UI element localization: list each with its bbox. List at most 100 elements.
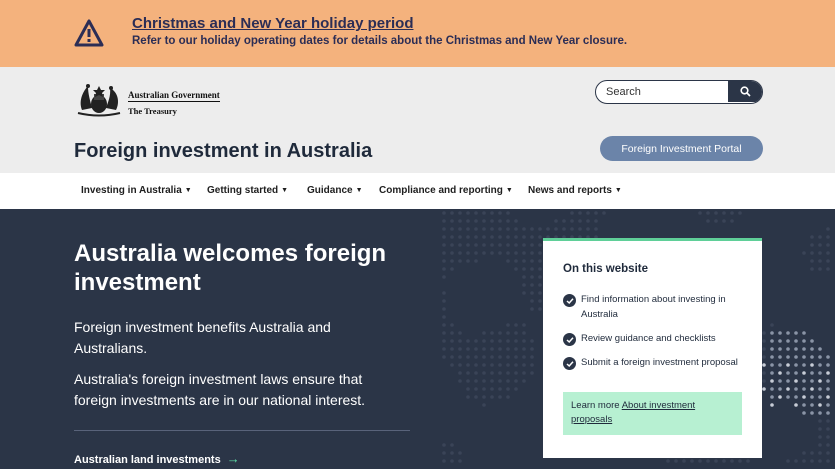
map-dot (522, 275, 526, 279)
map-dot (498, 331, 502, 335)
map-dot (490, 355, 494, 359)
map-dot (802, 331, 806, 335)
map-dot (466, 379, 470, 383)
map-dot (458, 459, 462, 463)
map-dot (818, 267, 822, 271)
map-dot (826, 419, 830, 423)
map-dot (474, 371, 478, 375)
map-dot (778, 363, 782, 367)
map-dot (514, 355, 518, 359)
map-dot (762, 363, 766, 367)
map-dot (554, 227, 558, 231)
map-dot (818, 379, 822, 383)
map-dot (810, 267, 814, 271)
map-dot (794, 395, 798, 399)
map-dot (498, 235, 502, 239)
nav-guidance[interactable]: Guidance ▼ (307, 185, 363, 196)
map-dot (770, 403, 774, 407)
map-dot (762, 379, 766, 383)
map-dot (810, 243, 814, 247)
map-dot (818, 395, 822, 399)
map-dot (826, 251, 830, 255)
map-dot (466, 227, 470, 231)
map-dot (514, 387, 518, 391)
map-dot (786, 459, 790, 463)
alert-title-link[interactable]: Christmas and New Year holiday period (132, 15, 413, 32)
map-dot (474, 339, 478, 343)
map-dot (506, 379, 510, 383)
on-this-website-card: On this website Find information about i… (543, 238, 762, 458)
search-input[interactable] (596, 81, 729, 102)
map-dot (466, 259, 470, 263)
search-button[interactable] (728, 81, 762, 102)
map-dot (450, 331, 454, 335)
map-dot (530, 235, 534, 239)
map-dot (762, 347, 766, 351)
map-dot (530, 347, 534, 351)
map-dot (506, 259, 510, 263)
map-dot (778, 379, 782, 383)
map-dot (474, 363, 478, 367)
map-dot (818, 451, 822, 455)
nav-label: News and reports (528, 185, 612, 196)
nav-compliance-and-reporting[interactable]: Compliance and reporting ▼ (379, 185, 513, 196)
map-dot (786, 355, 790, 359)
card-item-label: Submit a foreign investment proposal (581, 357, 738, 368)
map-dot (498, 371, 502, 375)
map-dot (450, 259, 454, 263)
map-dot (506, 371, 510, 375)
map-dot (530, 227, 534, 231)
map-dot (458, 259, 462, 263)
map-dot (474, 243, 478, 247)
foreign-investment-portal-button[interactable]: Foreign Investment Portal (600, 136, 763, 161)
map-dot (530, 291, 534, 295)
map-dot (826, 395, 830, 399)
map-dot (530, 363, 534, 367)
map-dot (802, 379, 806, 383)
map-dot (730, 459, 734, 463)
map-dot (458, 451, 462, 455)
card-list-item[interactable]: Submit a foreign investment proposal (563, 356, 748, 371)
map-dot (562, 227, 566, 231)
map-dot (594, 211, 598, 215)
map-dot (458, 379, 462, 383)
map-dot (714, 219, 718, 223)
australian-land-investments-link[interactable]: Australian land investments → (74, 451, 240, 466)
map-dot (498, 347, 502, 351)
nav-getting-started[interactable]: Getting started ▼ (207, 185, 288, 196)
map-dot (498, 211, 502, 215)
nav-news-and-reports[interactable]: News and reports ▼ (528, 185, 622, 196)
card-list-item[interactable]: Review guidance and checklists (563, 332, 748, 347)
nav-investing-in-australia[interactable]: Investing in Australia ▼ (81, 185, 192, 196)
map-dot (546, 227, 550, 231)
hero-section: Australia welcomes foreign investment Fo… (0, 209, 835, 469)
map-dot (530, 299, 534, 303)
map-dot (786, 347, 790, 351)
map-dot (482, 403, 486, 407)
map-dot (538, 299, 542, 303)
map-dot (810, 395, 814, 399)
map-dot (530, 243, 534, 247)
map-dot (474, 219, 478, 223)
map-dot (442, 307, 446, 311)
map-dot (794, 403, 798, 407)
check-circle-icon (563, 294, 576, 307)
map-dot (514, 331, 518, 335)
map-dot (522, 259, 526, 263)
search-box (595, 80, 763, 104)
map-dot (538, 243, 542, 247)
map-dot (498, 219, 502, 223)
map-dot (442, 299, 446, 303)
map-dot (770, 331, 774, 335)
map-dot (818, 355, 822, 359)
site-title[interactable]: Foreign investment in Australia (74, 140, 372, 163)
map-dot (474, 387, 478, 391)
map-dot (466, 395, 470, 399)
card-list-item[interactable]: Find information about investing in Aust… (563, 293, 748, 322)
map-dot (522, 339, 526, 343)
map-dot (770, 363, 774, 367)
map-dot (794, 371, 798, 375)
coat-of-arms-logo[interactable] (74, 80, 124, 118)
map-dot (826, 387, 830, 391)
alert-banner: Christmas and New Year holiday period Re… (0, 0, 835, 67)
